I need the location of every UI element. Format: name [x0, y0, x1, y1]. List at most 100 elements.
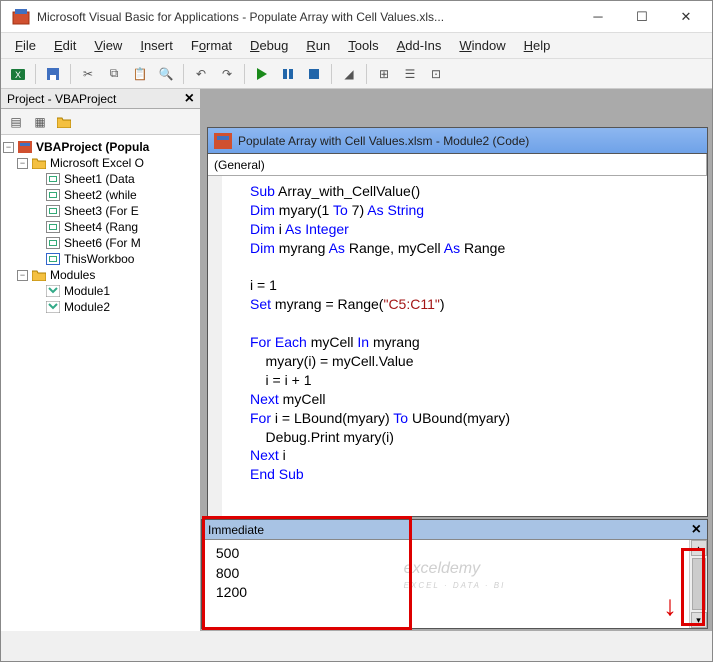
tree-sheet[interactable]: Sheet6 (For M	[3, 235, 198, 251]
menu-format[interactable]: Format	[183, 35, 240, 56]
vba-app-icon	[11, 7, 31, 27]
project-panel-title: Project - VBAProject	[7, 92, 116, 106]
copy-icon[interactable]: ⧉	[103, 63, 125, 85]
tree-module[interactable]: Module1	[3, 283, 198, 299]
project-panel-toolbar: ▤ ▦	[1, 109, 200, 135]
tree-folder-label: Modules	[50, 268, 95, 282]
tree-sheet[interactable]: Sheet4 (Rang	[3, 219, 198, 235]
menu-run[interactable]: Run	[298, 35, 338, 56]
immediate-window: Immediate × exceldemyEXCEL · DATA · BI 5…	[201, 519, 708, 629]
worksheet-icon	[45, 188, 61, 202]
workbook-icon	[45, 252, 61, 266]
code-dropdown-bar: (General)	[208, 154, 707, 176]
tree-sheet[interactable]: Sheet2 (while	[3, 187, 198, 203]
design-mode-icon[interactable]: ◢	[338, 63, 360, 85]
folder-icon	[31, 156, 47, 170]
view-excel-icon[interactable]: X	[7, 63, 29, 85]
tree-root[interactable]: − VBAProject (Popula	[3, 139, 198, 155]
tree-item-label: Sheet1 (Data	[64, 172, 135, 186]
menu-help[interactable]: Help	[516, 35, 559, 56]
code-window-title: Populate Array with Cell Values.xlsm - M…	[238, 134, 529, 148]
module-icon	[45, 300, 61, 314]
tree-item-label: ThisWorkboo	[64, 252, 134, 266]
run-icon[interactable]	[251, 63, 273, 85]
menu-insert[interactable]: Insert	[132, 35, 181, 56]
folder-icon	[31, 268, 47, 282]
module-icon	[45, 284, 61, 298]
toggle-folders-icon[interactable]	[53, 111, 75, 133]
save-icon[interactable]	[42, 63, 64, 85]
object-dropdown[interactable]: (General)	[208, 154, 707, 175]
project-panel-close-icon[interactable]: ×	[185, 90, 194, 108]
expander-icon[interactable]: −	[17, 270, 28, 281]
standard-toolbar: X ✂ ⧉ 📋 🔍 ↶ ↷ ◢ ⊞ ☰ ⊡	[1, 59, 712, 89]
menu-addins[interactable]: Add-Ins	[389, 35, 450, 56]
immediate-close-icon[interactable]: ×	[692, 521, 701, 539]
immediate-title: Immediate	[208, 523, 264, 537]
menu-edit[interactable]: Edit	[46, 35, 84, 56]
window-title: Microsoft Visual Basic for Applications …	[37, 10, 576, 24]
reset-icon[interactable]	[303, 63, 325, 85]
view-object-icon[interactable]: ▦	[29, 111, 51, 133]
immediate-body[interactable]: exceldemyEXCEL · DATA · BI 500 800 1200	[202, 540, 707, 628]
view-code-icon[interactable]: ▤	[5, 111, 27, 133]
find-icon[interactable]: 🔍	[155, 63, 177, 85]
vbaproject-icon	[17, 140, 33, 154]
cut-icon[interactable]: ✂	[77, 63, 99, 85]
editor-area: Populate Array with Cell Values.xlsm - M…	[201, 89, 712, 631]
worksheet-icon	[45, 204, 61, 218]
menu-view[interactable]: View	[86, 35, 130, 56]
worksheet-icon	[45, 220, 61, 234]
tree-item-label: Sheet2 (while	[64, 188, 137, 202]
separator	[331, 64, 332, 84]
project-explorer: Project - VBAProject × ▤ ▦ − VBAProject …	[1, 89, 201, 631]
minimize-button[interactable]: ─	[576, 2, 620, 32]
tree-root-label: VBAProject (Popula	[36, 140, 149, 154]
separator	[183, 64, 184, 84]
tree-item-label: Sheet6 (For M	[64, 236, 141, 250]
tree-modules-folder[interactable]: − Modules	[3, 267, 198, 283]
menu-window[interactable]: Window	[451, 35, 513, 56]
code-window: Populate Array with Cell Values.xlsm - M…	[207, 127, 708, 517]
tree-sheet[interactable]: ThisWorkboo	[3, 251, 198, 267]
scroll-thumb[interactable]	[692, 558, 706, 610]
tree-sheet[interactable]: Sheet1 (Data	[3, 171, 198, 187]
main-area: Project - VBAProject × ▤ ▦ − VBAProject …	[1, 89, 712, 631]
separator	[366, 64, 367, 84]
menu-tools[interactable]: Tools	[340, 35, 386, 56]
tree-module[interactable]: Module2	[3, 299, 198, 315]
tree-item-label: Module1	[64, 284, 110, 298]
scroll-up-icon[interactable]: ▴	[691, 540, 707, 556]
menu-debug[interactable]: Debug	[242, 35, 296, 56]
project-tree[interactable]: − VBAProject (Popula − Microsoft Excel O…	[1, 135, 200, 631]
tree-item-label: Sheet3 (For E	[64, 204, 139, 218]
undo-icon[interactable]: ↶	[190, 63, 212, 85]
immediate-header[interactable]: Immediate ×	[202, 520, 707, 540]
immediate-scrollbar[interactable]: ▴ ▾	[689, 540, 707, 628]
object-browser-icon[interactable]: ⊡	[425, 63, 447, 85]
window-titlebar: Microsoft Visual Basic for Applications …	[1, 1, 712, 33]
tree-folder-label: Microsoft Excel O	[50, 156, 144, 170]
maximize-button[interactable]: ☐	[620, 2, 664, 32]
tree-excel-objects[interactable]: − Microsoft Excel O	[3, 155, 198, 171]
separator	[35, 64, 36, 84]
tree-item-label: Module2	[64, 300, 110, 314]
paste-icon[interactable]: 📋	[129, 63, 151, 85]
menu-file[interactable]: File	[7, 35, 44, 56]
separator	[244, 64, 245, 84]
scroll-down-icon[interactable]: ▾	[691, 612, 707, 628]
expander-icon[interactable]: −	[3, 142, 14, 153]
expander-icon[interactable]: −	[17, 158, 28, 169]
redo-icon[interactable]: ↷	[216, 63, 238, 85]
tree-sheet[interactable]: Sheet3 (For E	[3, 203, 198, 219]
properties-icon[interactable]: ☰	[399, 63, 421, 85]
code-editor[interactable]: Sub Array_with_CellValue() Dim myary(1 T…	[208, 176, 707, 516]
code-window-titlebar[interactable]: Populate Array with Cell Values.xlsm - M…	[208, 128, 707, 154]
project-explorer-icon[interactable]: ⊞	[373, 63, 395, 85]
close-button[interactable]: ✕	[664, 2, 708, 32]
project-panel-header: Project - VBAProject ×	[1, 89, 200, 109]
separator	[70, 64, 71, 84]
menubar: File Edit View Insert Format Debug Run T…	[1, 33, 712, 59]
code-window-icon	[214, 133, 232, 149]
break-icon[interactable]	[277, 63, 299, 85]
